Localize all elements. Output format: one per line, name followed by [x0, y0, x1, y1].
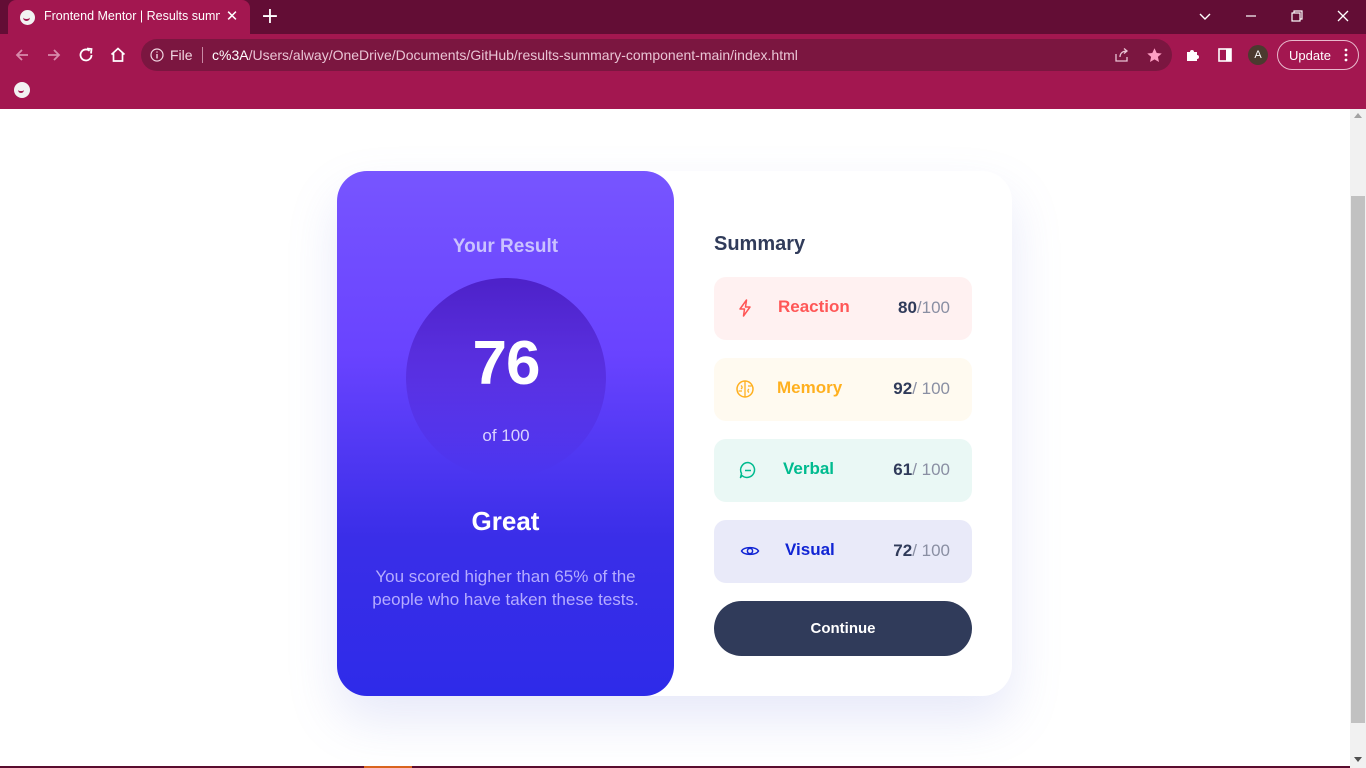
site-info-label: File: [170, 47, 193, 63]
url-host: c%3A: [212, 47, 249, 63]
brain-icon: [736, 380, 754, 398]
reload-icon[interactable]: [73, 42, 99, 68]
close-window-icon[interactable]: [1328, 2, 1358, 30]
continue-button[interactable]: Continue: [714, 601, 972, 656]
tab-close-icon[interactable]: ✕: [224, 7, 240, 25]
address-separator: [202, 47, 203, 63]
summary-row-score: 92/ 100: [893, 379, 950, 398]
browser-toolbar: File c%3A/Users/alway/OneDrive/Documents…: [0, 34, 1366, 76]
summary-row-verbal: Verbal 61/ 100: [714, 439, 972, 502]
summary-row-visual: Visual 72/ 100: [714, 520, 972, 583]
extensions-puzzle-icon[interactable]: [1182, 44, 1204, 66]
summary-row-label: Memory: [777, 378, 843, 397]
summary-panel: Summary Reaction 80/100 Memory 92/ 100 V…: [714, 171, 972, 696]
scroll-up-arrow-icon[interactable]: [1354, 113, 1362, 118]
result-description: You scored higher than 65% of the people…: [372, 567, 639, 609]
frontend-mentor-favicon-icon: [20, 10, 35, 25]
update-button[interactable]: Update: [1277, 40, 1359, 70]
info-icon: [150, 48, 164, 62]
scroll-down-arrow-icon[interactable]: [1354, 757, 1362, 762]
summary-row-reaction: Reaction 80/100: [714, 277, 972, 340]
tab-search-chevron-icon[interactable]: [1190, 2, 1220, 30]
summary-title: Summary: [714, 233, 806, 255]
tab-title: Frontend Mentor | Results summary compon…: [44, 9, 220, 23]
bookmark-star-icon[interactable]: [1143, 45, 1165, 65]
profile-avatar[interactable]: A: [1248, 45, 1268, 65]
scrollbar-thumb[interactable]: [1351, 196, 1365, 723]
eye-icon: [740, 546, 760, 556]
browser-title-bar: Frontend Mentor | Results summary compon…: [0, 0, 1366, 34]
url-path: /Users/alway/OneDrive/Documents/GitHub/r…: [248, 47, 798, 63]
summary-row-score: 72/ 100: [893, 541, 950, 560]
url-text[interactable]: c%3A/Users/alway/OneDrive/Documents/GitH…: [212, 47, 798, 63]
summary-row-score: 80/100: [897, 298, 950, 317]
side-panel-icon[interactable]: [1214, 44, 1236, 66]
chat-bubble-icon: [739, 461, 756, 479]
score-circle: 76 of 100: [406, 278, 606, 478]
bookmark-favicon-icon[interactable]: [14, 82, 30, 98]
lightning-icon: [739, 299, 751, 317]
summary-row-label: Verbal: [783, 459, 835, 478]
browser-tab-active[interactable]: Frontend Mentor | Results summary compon…: [8, 0, 250, 34]
summary-row-memory: Memory 92/ 100: [714, 358, 972, 421]
home-icon[interactable]: [105, 42, 131, 68]
forward-arrow-icon[interactable]: [41, 42, 67, 68]
site-info-button[interactable]: File: [150, 46, 210, 64]
update-label: Update: [1289, 48, 1331, 63]
back-arrow-icon[interactable]: [9, 42, 35, 68]
results-summary-card: Your Result 76 of 100 Great You scored h…: [337, 171, 1012, 696]
summary-row-label: Reaction: [778, 297, 850, 316]
minimize-window-icon[interactable]: [1236, 2, 1266, 30]
summary-row-score: 61/ 100: [893, 460, 950, 479]
score-value: 76: [472, 329, 541, 398]
more-menu-icon: [1344, 48, 1348, 62]
vertical-scrollbar[interactable]: [1350, 109, 1366, 768]
summary-row-label: Visual: [785, 540, 835, 559]
result-heading: Your Result: [452, 236, 559, 257]
score-out-of: of 100: [482, 426, 530, 445]
restore-window-icon[interactable]: [1282, 2, 1312, 30]
address-bar[interactable]: File c%3A/Users/alway/OneDrive/Documents…: [141, 39, 1172, 71]
result-panel: Your Result 76 of 100 Great You scored h…: [337, 171, 674, 696]
share-icon[interactable]: [1111, 45, 1133, 65]
bookmarks-bar: [0, 76, 1366, 109]
grade-title: Great: [471, 506, 540, 536]
new-tab-button[interactable]: +: [258, 4, 282, 30]
